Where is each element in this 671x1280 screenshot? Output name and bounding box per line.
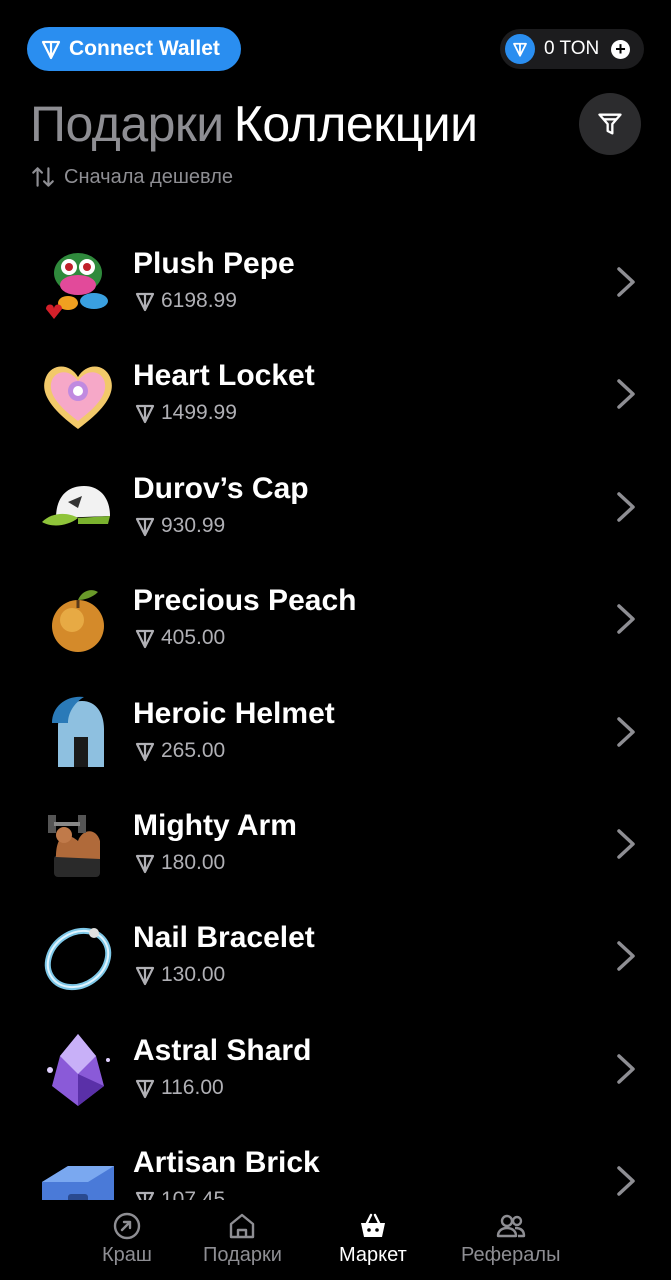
tab-referrals-label: Рефералы bbox=[461, 1244, 561, 1266]
list-item[interactable]: Heart Locket 1499.99 bbox=[0, 337, 671, 449]
item-price-value: 265.00 bbox=[161, 738, 226, 762]
sort-label: Сначала дешевле bbox=[64, 165, 233, 188]
ton-icon bbox=[135, 405, 155, 424]
item-name: Mighty Arm bbox=[133, 808, 297, 842]
sort-toggle[interactable]: Сначала дешевле bbox=[30, 164, 233, 190]
chevron-right-icon bbox=[617, 829, 635, 859]
item-name: Artisan Brick bbox=[133, 1146, 320, 1180]
item-price: 107.45 bbox=[133, 1188, 225, 1200]
item-price-value: 107.45 bbox=[161, 1188, 226, 1200]
astral-shard-icon bbox=[47, 1033, 110, 1106]
ton-icon bbox=[135, 630, 155, 649]
list-item[interactable]: Artisan Brick 107.45 bbox=[0, 1124, 671, 1200]
top-bar: Connect Wallet 0 TON + bbox=[27, 27, 644, 71]
chevron-right-icon bbox=[617, 379, 635, 410]
item-price-value: 180.00 bbox=[161, 850, 226, 874]
item-price-value: 930.99 bbox=[161, 513, 226, 537]
collection-list: Plush Pepe 6198.99 Heart Locket 1499.99 … bbox=[0, 225, 671, 1200]
item-name: Astral Shard bbox=[133, 1033, 312, 1067]
ton-icon bbox=[135, 742, 155, 761]
nail-bracelet-icon bbox=[44, 928, 112, 991]
bottom-tab-bar: Краш Подарки Маркет Рефералы bbox=[0, 1210, 671, 1280]
chevron-right-icon bbox=[617, 604, 635, 634]
ton-icon bbox=[135, 292, 155, 312]
balance-value: 0 TON bbox=[544, 38, 600, 59]
tab-collections[interactable]: Коллекции bbox=[234, 96, 478, 152]
ton-icon bbox=[135, 854, 155, 874]
connect-wallet-button[interactable]: Connect Wallet bbox=[27, 27, 241, 71]
item-price: 265.00 bbox=[133, 739, 225, 763]
item-price: 930.99 bbox=[133, 514, 225, 538]
tab-crash[interactable]: Краш bbox=[102, 1210, 152, 1267]
plush-pepe-icon bbox=[46, 253, 108, 319]
connect-wallet-label: Connect Wallet bbox=[69, 37, 220, 60]
chevron-right-icon bbox=[617, 1053, 635, 1084]
list-item[interactable]: Nail Bracelet 130.00 bbox=[0, 899, 671, 1011]
item-name: Heart Locket bbox=[133, 359, 315, 393]
item-price-value: 6198.99 bbox=[161, 289, 237, 312]
chevron-right-icon bbox=[617, 492, 635, 522]
tab-gifts[interactable]: Подарки bbox=[30, 96, 224, 152]
basket-icon bbox=[360, 1213, 385, 1237]
list-item[interactable]: Heroic Helmet 265.00 bbox=[0, 675, 671, 787]
add-funds-icon[interactable]: + bbox=[611, 39, 630, 59]
sort-arrows-icon bbox=[32, 167, 54, 187]
item-price: 6198.99 bbox=[133, 289, 237, 313]
chevron-right-icon bbox=[617, 716, 635, 747]
item-price-value: 116.00 bbox=[161, 1075, 224, 1099]
list-item[interactable]: Plush Pepe 6198.99 bbox=[0, 225, 671, 337]
item-name: Heroic Helmet bbox=[133, 696, 335, 730]
item-price-value: 405.00 bbox=[161, 626, 226, 650]
mighty-arm-icon bbox=[48, 814, 100, 877]
section-tabs: Подарки Коллекции bbox=[30, 95, 478, 153]
list-item[interactable]: Mighty Arm 180.00 bbox=[0, 787, 671, 899]
tab-referrals[interactable]: Рефералы bbox=[461, 1210, 560, 1267]
item-price: 405.00 bbox=[133, 626, 225, 650]
ton-icon bbox=[41, 40, 61, 60]
tab-gifts-nav[interactable]: Подарки bbox=[203, 1210, 282, 1267]
ton-icon bbox=[135, 967, 155, 986]
item-name: Nail Bracelet bbox=[133, 921, 315, 955]
tab-market-label: Маркет bbox=[339, 1244, 407, 1266]
ton-icon bbox=[135, 1079, 155, 1098]
ton-icon bbox=[135, 1192, 155, 1200]
chevron-right-icon bbox=[617, 267, 635, 297]
list-item[interactable]: Astral Shard 116.00 bbox=[0, 1012, 671, 1124]
tab-gifts-label: Подарки bbox=[203, 1244, 282, 1266]
precious-peach-icon bbox=[52, 590, 104, 653]
tab-market[interactable]: Маркет bbox=[339, 1210, 407, 1267]
heroic-helmet-icon bbox=[52, 696, 104, 767]
item-price: 1499.99 bbox=[133, 401, 237, 425]
chevron-right-icon bbox=[617, 1166, 635, 1196]
ton-icon bbox=[135, 517, 155, 536]
item-price: 130.00 bbox=[133, 963, 225, 987]
durovs-cap-icon bbox=[42, 485, 110, 526]
item-price-value: 130.00 bbox=[161, 963, 226, 987]
home-icon bbox=[230, 1213, 255, 1239]
item-name: Plush Pepe bbox=[133, 247, 295, 280]
list-item[interactable]: Durov’s Cap 930.99 bbox=[0, 450, 671, 562]
item-price-value: 1499.99 bbox=[161, 401, 237, 425]
people-icon bbox=[496, 1214, 525, 1238]
item-price: 116.00 bbox=[133, 1076, 224, 1100]
ton-coin-icon bbox=[505, 34, 535, 64]
heart-locket-icon bbox=[44, 366, 112, 430]
filter-icon bbox=[598, 113, 622, 135]
filter-button[interactable] bbox=[579, 93, 641, 155]
artisan-brick-icon bbox=[42, 1166, 114, 1200]
item-name: Durov’s Cap bbox=[133, 471, 309, 505]
chevron-right-icon bbox=[617, 941, 635, 972]
item-name: Precious Peach bbox=[133, 584, 357, 618]
list-item[interactable]: Precious Peach 405.00 bbox=[0, 562, 671, 674]
balance-pill[interactable]: 0 TON + bbox=[500, 29, 644, 69]
item-price: 180.00 bbox=[133, 851, 225, 875]
crash-icon bbox=[113, 1212, 141, 1240]
tab-crash-label: Краш bbox=[102, 1244, 152, 1266]
